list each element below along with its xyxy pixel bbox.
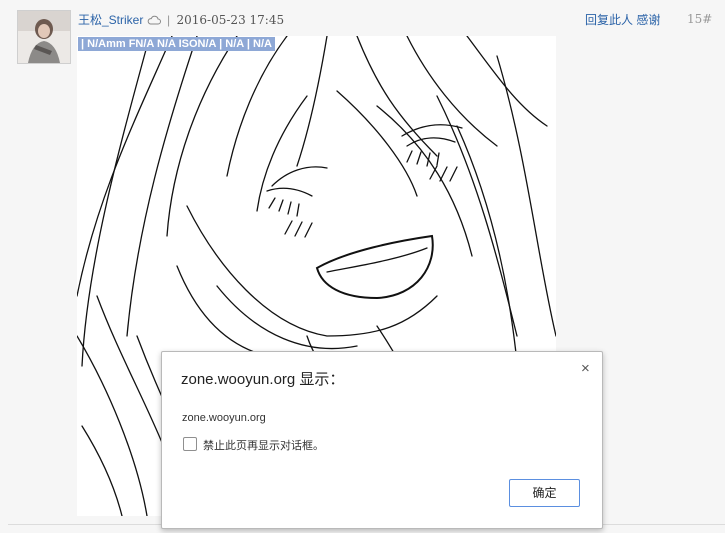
floor-number: 15# (687, 12, 713, 26)
suppress-dialogs-checkbox[interactable] (183, 437, 197, 451)
dialog-message: zone.wooyun.org (182, 412, 266, 424)
post-timestamp: 2016-05-23 17:45 (176, 13, 285, 27)
post-meta: 王松_Striker | 2016-05-23 17:45 (78, 11, 284, 28)
meta-separator: | (167, 13, 171, 27)
selected-text: | N/Amm FN/A N/A ISON/A | N/A | N/A (78, 37, 275, 51)
cloud-icon (147, 15, 161, 25)
dialog-title: zone.wooyun.org 显示： (181, 371, 345, 388)
alert-dialog: zone.wooyun.org 显示： × zone.wooyun.org 禁止… (161, 351, 603, 529)
avatar[interactable] (17, 10, 71, 64)
reply-link[interactable]: 回复此人 (585, 13, 633, 27)
suppress-dialogs-label[interactable]: 禁止此页再显示对话框。 (203, 437, 324, 453)
thanks-link[interactable]: 感谢 (636, 13, 660, 27)
ok-button[interactable]: 确定 (509, 479, 580, 507)
username-link[interactable]: 王松_Striker (78, 13, 143, 27)
post-actions: 回复此人 感谢 (585, 11, 660, 28)
avatar-image (18, 11, 70, 63)
close-icon[interactable]: × (581, 360, 590, 377)
